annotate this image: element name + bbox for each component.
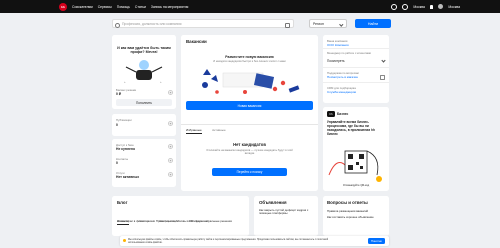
filter-icon[interactable] xyxy=(285,22,290,28)
mascot-illustration: + + xyxy=(124,60,163,84)
region-select-label: Регион xyxy=(313,21,324,26)
faq-item[interactable]: Правила размещения вакансий xyxy=(327,209,383,213)
ads-card: Объявления Как закрыть пустой дефицит ка… xyxy=(254,196,318,236)
account-label[interactable]: Москва xyxy=(448,5,460,9)
divider xyxy=(323,67,389,68)
blog-card: Блог Новости Статьи Конференции Исследов… xyxy=(112,196,249,236)
find-button[interactable]: Найти xyxy=(355,19,391,28)
info-label: Менеджер по работе с клиентами xyxy=(327,51,371,55)
search-box xyxy=(112,19,294,28)
nav-item[interactable]: Соискателям xyxy=(72,5,93,9)
crm-link[interactable]: Служба менеджеров xyxy=(327,90,356,94)
detail-label: Публикации xyxy=(116,118,132,122)
region-label[interactable]: Москва xyxy=(413,5,425,9)
faq-title: Вопросы и ответы xyxy=(327,200,368,205)
profile-card: И как вам удаётся быть таким профи? Мечт… xyxy=(112,35,176,109)
nav-item[interactable]: Помощь xyxy=(117,5,130,9)
promo-text: Управляйте всеми бизнес-процессами, где … xyxy=(327,120,375,136)
location-icon[interactable] xyxy=(402,3,409,10)
add-icon[interactable]: + xyxy=(168,121,173,126)
empty-text: Откликайте на вакансии кандидатов — лучш… xyxy=(206,149,293,156)
business-app-promo: hh Бизнес Управляйте всеми бизнес-процес… xyxy=(323,107,389,191)
nav-item[interactable]: Сервисы xyxy=(98,5,112,9)
qr-label: Отсканируйте QR-код xyxy=(342,184,370,187)
company-link[interactable]: ООО Компания xyxy=(327,43,349,47)
header-right: Москва Москва xyxy=(391,0,460,13)
cookie-accept-button[interactable]: Понятно xyxy=(368,238,385,244)
search-row: Регион Найти xyxy=(112,19,391,28)
svg-text:+: + xyxy=(124,80,126,84)
vacancies-card: Вакансии Разместите новую вакансию И нах… xyxy=(181,35,318,191)
cookie-banner: Мы используем файлы cookie, чтобы обеспе… xyxy=(120,236,389,246)
divider xyxy=(323,82,389,83)
cookie-icon xyxy=(123,239,126,242)
support-link[interactable]: Посмотреть в магазин xyxy=(327,75,358,79)
publications-card: Публикации 0 + xyxy=(112,114,176,136)
promo-text: И находите кандидатов быстро и без лишни… xyxy=(213,60,286,63)
detail-value: Нет активных xyxy=(116,175,140,179)
profile-question: И как вам удаётся быть таким профи? Мечт… xyxy=(117,46,171,54)
blog-tabs: Новости Статьи Конференции Исследования xyxy=(117,209,215,227)
add-icon[interactable]: + xyxy=(168,172,173,177)
chevron-down-icon[interactable] xyxy=(381,58,386,63)
blog-article[interactable]: Кто выиграл в финал премии Правительства… xyxy=(117,219,237,223)
vacancies-title: Вакансии xyxy=(186,39,207,44)
manager-link[interactable]: Посмотреть xyxy=(327,59,345,63)
add-icon[interactable]: + xyxy=(168,158,173,163)
account-info-card: Ваша компания ООО Компания Менеджер по р… xyxy=(323,35,389,103)
ad-item[interactable]: Как закрыть пустой дефицит кадров с помо… xyxy=(259,208,313,216)
divider xyxy=(323,48,389,49)
access-card: Доступ к базе Не куплено + Контакты 0 + … xyxy=(112,139,176,187)
vacancy-tabs: Избранные Активные xyxy=(186,118,232,136)
add-icon[interactable]: + xyxy=(168,144,173,149)
chevron-down-icon xyxy=(339,22,344,27)
svg-text:+: + xyxy=(160,80,162,84)
promo-brand: Бизнес xyxy=(337,112,349,116)
nav-item[interactable]: Запись на мероприятия xyxy=(151,5,189,9)
detail-value: Не куплено xyxy=(116,147,136,151)
copy-icon[interactable] xyxy=(380,75,385,80)
ads-title: Объявления xyxy=(259,200,287,205)
detail-value: 0 xyxy=(116,161,118,165)
search-input[interactable] xyxy=(120,20,274,27)
detail-value: 0 xyxy=(116,123,118,127)
hh-business-logo-icon: hh xyxy=(327,111,335,117)
search-icon[interactable] xyxy=(391,3,398,10)
tab-favorites[interactable]: Избранные xyxy=(186,128,202,134)
divider xyxy=(181,124,318,125)
logo[interactable]: hh xyxy=(59,2,67,11)
top-navbar: hh Соискателям Сервисы Помощь Статьи Зап… xyxy=(0,0,500,13)
faq-card: Вопросы и ответы Правила размещения вака… xyxy=(323,196,389,236)
avatar[interactable] xyxy=(438,4,444,9)
cookie-text: Мы используем файлы cookie, чтобы обеспе… xyxy=(128,237,329,244)
qr-phone-illustration xyxy=(328,150,382,182)
bell-icon[interactable] xyxy=(429,4,434,9)
balance-value: 0 ₽ xyxy=(116,92,121,96)
go-to-search-button[interactable]: Перейти к поиску xyxy=(212,168,287,176)
vacancies-illustration xyxy=(202,69,300,94)
blog-title: Блог xyxy=(117,200,128,205)
main-nav: Соискателям Сервисы Помощь Статьи Запись… xyxy=(72,5,188,9)
faq-item[interactable]: Как составить хорошее объявление xyxy=(327,215,383,219)
topup-button[interactable]: Пополнить xyxy=(116,99,172,106)
add-icon[interactable]: + xyxy=(168,90,173,95)
new-vacancy-button[interactable]: Новая вакансия xyxy=(186,101,313,110)
tab-active[interactable]: Активные xyxy=(212,128,225,132)
nav-item[interactable]: Статьи xyxy=(135,5,146,9)
empty-title: Нет кандидатов xyxy=(233,142,266,147)
search-icon xyxy=(115,22,120,28)
region-select[interactable]: Регион xyxy=(309,19,347,28)
promo-title: Разместите новую вакансию xyxy=(225,55,274,59)
